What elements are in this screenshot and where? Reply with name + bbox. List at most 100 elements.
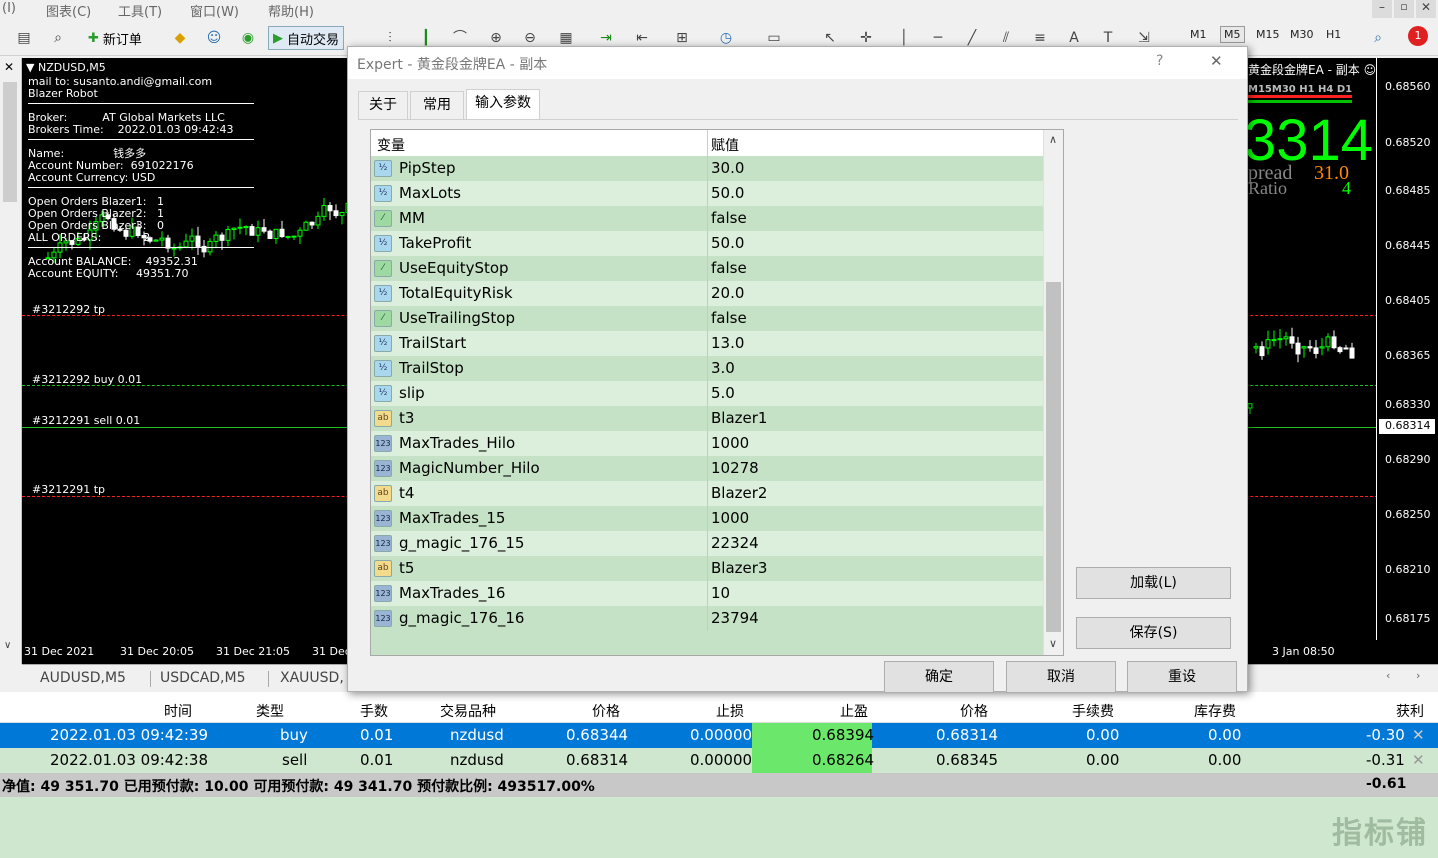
tf-m5[interactable]: M5: [1220, 26, 1245, 43]
param-value[interactable]: 30.0: [711, 159, 744, 177]
auto-trading-button[interactable]: ▶ 自动交易: [268, 26, 345, 50]
zoom-out-icon[interactable]: ⊖: [520, 28, 540, 48]
ok-button[interactable]: 确定: [884, 661, 994, 693]
auto-scroll-icon[interactable]: ⇥: [596, 28, 616, 48]
param-row[interactable]: ½ PipStep 30.0: [371, 156, 1043, 181]
zoom-profile-icon[interactable]: ⌕: [48, 28, 68, 48]
close-window-button[interactable]: ✕: [1416, 0, 1436, 18]
param-value[interactable]: false: [711, 309, 747, 327]
tf-m15[interactable]: M15: [1256, 28, 1280, 41]
fibonacci-icon[interactable]: ≡: [1030, 28, 1050, 48]
menu-item-window[interactable]: 窗口(W): [190, 1, 239, 20]
zoom-in-icon[interactable]: ⊕: [486, 28, 506, 48]
load-button[interactable]: 加载(L): [1076, 567, 1231, 599]
arrows-icon[interactable]: ⇲: [1134, 28, 1154, 48]
param-row[interactable]: 123 g_magic_176_15 22324: [371, 531, 1043, 556]
col-time[interactable]: 时间: [164, 701, 192, 721]
horizontal-line-icon[interactable]: ─: [928, 28, 948, 48]
col-symbol[interactable]: 交易品种: [440, 701, 496, 721]
param-value[interactable]: Blazer3: [711, 559, 767, 577]
menu-item-charts[interactable]: 图表(C): [46, 1, 91, 20]
navigator-icon[interactable]: ☺: [204, 28, 224, 48]
scroll-down-icon[interactable]: ∨: [1049, 637, 1057, 650]
minimize-button[interactable]: –: [1372, 0, 1392, 18]
param-value[interactable]: 50.0: [711, 184, 744, 202]
signals-icon[interactable]: ◉: [238, 28, 258, 48]
col-price[interactable]: 价格: [592, 701, 620, 721]
tab-audusd[interactable]: AUDUSD,M5: [40, 670, 126, 686]
reset-button[interactable]: 重设: [1127, 661, 1237, 693]
restore-button[interactable]: ▫: [1394, 0, 1414, 18]
tf-m1[interactable]: M1: [1190, 28, 1207, 41]
col-profit[interactable]: 获利: [1396, 701, 1424, 721]
param-value[interactable]: Blazer1: [711, 409, 767, 427]
scrollbar-thumb[interactable]: [3, 82, 17, 202]
param-row[interactable]: ab t3 Blazer1: [371, 406, 1043, 431]
col-tp[interactable]: 止盈: [840, 701, 868, 721]
grid-scrollbar[interactable]: ∧ ∨: [1043, 130, 1063, 655]
param-value[interactable]: 1000: [711, 509, 749, 527]
param-value[interactable]: 1000: [711, 434, 749, 452]
param-value[interactable]: Blazer2: [711, 484, 767, 502]
param-row[interactable]: ½ TrailStop 3.0: [371, 356, 1043, 381]
trendline-icon[interactable]: ╱: [962, 28, 982, 48]
param-row[interactable]: 123 g_magic_176_16 23794: [371, 606, 1043, 631]
param-row[interactable]: 123 MagicNumber_Hilo 10278: [371, 456, 1043, 481]
indicators-icon[interactable]: ⊞: [672, 28, 692, 48]
tab-xauusd[interactable]: XAUUSD,: [280, 670, 344, 686]
chart-window-icon[interactable]: ▤: [14, 28, 34, 48]
scroll-down-icon[interactable]: ∨: [4, 640, 11, 651]
param-value[interactable]: 5.0: [711, 384, 735, 402]
close-chart-icon[interactable]: ✕: [4, 60, 14, 74]
text-icon[interactable]: A: [1064, 28, 1084, 48]
new-order-button[interactable]: ✚ 新订单: [88, 26, 142, 50]
menu-item-i[interactable]: (I): [2, 1, 16, 16]
crosshair-icon[interactable]: ✛: [856, 28, 876, 48]
col-value[interactable]: 赋值: [711, 135, 739, 155]
order-row-selected[interactable]: 2022.01.03 09:42:39 buy 0.01 nzdusd 0.68…: [0, 723, 1438, 748]
scroll-left-icon[interactable]: ‹: [1386, 669, 1390, 682]
col-sl[interactable]: 止损: [716, 701, 744, 721]
chart-shift-icon[interactable]: ⇤: [632, 28, 652, 48]
param-row[interactable]: ½ slip 5.0: [371, 381, 1043, 406]
col-variable[interactable]: 变量: [377, 135, 405, 155]
tab-usdcad[interactable]: USDCAD,M5: [160, 670, 245, 686]
param-value[interactable]: 10278: [711, 459, 759, 477]
param-value[interactable]: 50.0: [711, 234, 744, 252]
col-current-price[interactable]: 价格: [960, 701, 988, 721]
input-parameters-grid[interactable]: 变量 赋值 ½ PipStep 30.0 ½ MaxLots 50.0 ⁄ MM false ½ T…: [370, 129, 1064, 656]
col-swap[interactable]: 库存费: [1194, 701, 1236, 721]
bar-chart-icon[interactable]: ⫶: [380, 28, 400, 48]
param-value[interactable]: 13.0: [711, 334, 744, 352]
param-row[interactable]: ½ TakeProfit 50.0: [371, 231, 1043, 256]
param-row[interactable]: ab t5 Blazer3: [371, 556, 1043, 581]
param-value[interactable]: false: [711, 209, 747, 227]
search-icon[interactable]: ⌕: [1368, 28, 1388, 48]
param-value[interactable]: 3.0: [711, 359, 735, 377]
periods-icon[interactable]: ◷: [716, 28, 736, 48]
tab-common[interactable]: 常用: [410, 91, 464, 119]
param-value[interactable]: 22324: [711, 534, 759, 552]
param-value[interactable]: false: [711, 259, 747, 277]
col-commission[interactable]: 手续费: [1072, 701, 1114, 721]
tf-h1[interactable]: H1: [1326, 28, 1341, 41]
help-button[interactable]: ?: [1156, 53, 1163, 69]
tab-about[interactable]: 关于: [358, 91, 408, 119]
param-value[interactable]: 20.0: [711, 284, 744, 302]
channel-icon[interactable]: ⫽: [996, 28, 1016, 48]
param-row[interactable]: 123 MaxTrades_15 1000: [371, 506, 1043, 531]
param-row[interactable]: ½ TrailStart 13.0: [371, 331, 1043, 356]
close-order-icon[interactable]: ✕: [1412, 726, 1425, 744]
param-row[interactable]: ½ MaxLots 50.0: [371, 181, 1043, 206]
save-button[interactable]: 保存(S): [1076, 617, 1231, 649]
col-lots[interactable]: 手数: [360, 701, 388, 721]
param-row[interactable]: 123 MaxTrades_16 10: [371, 581, 1043, 606]
menu-item-help[interactable]: 帮助(H): [268, 1, 314, 20]
notification-badge[interactable]: 1: [1408, 26, 1428, 46]
tf-m30[interactable]: M30: [1290, 28, 1314, 41]
scrollbar-thumb[interactable]: [1046, 282, 1061, 632]
vertical-line-icon[interactable]: │: [894, 28, 914, 48]
param-row[interactable]: ⁄ MM false: [371, 206, 1043, 231]
market-watch-icon[interactable]: ◆: [170, 28, 190, 48]
param-value[interactable]: 23794: [711, 609, 759, 627]
